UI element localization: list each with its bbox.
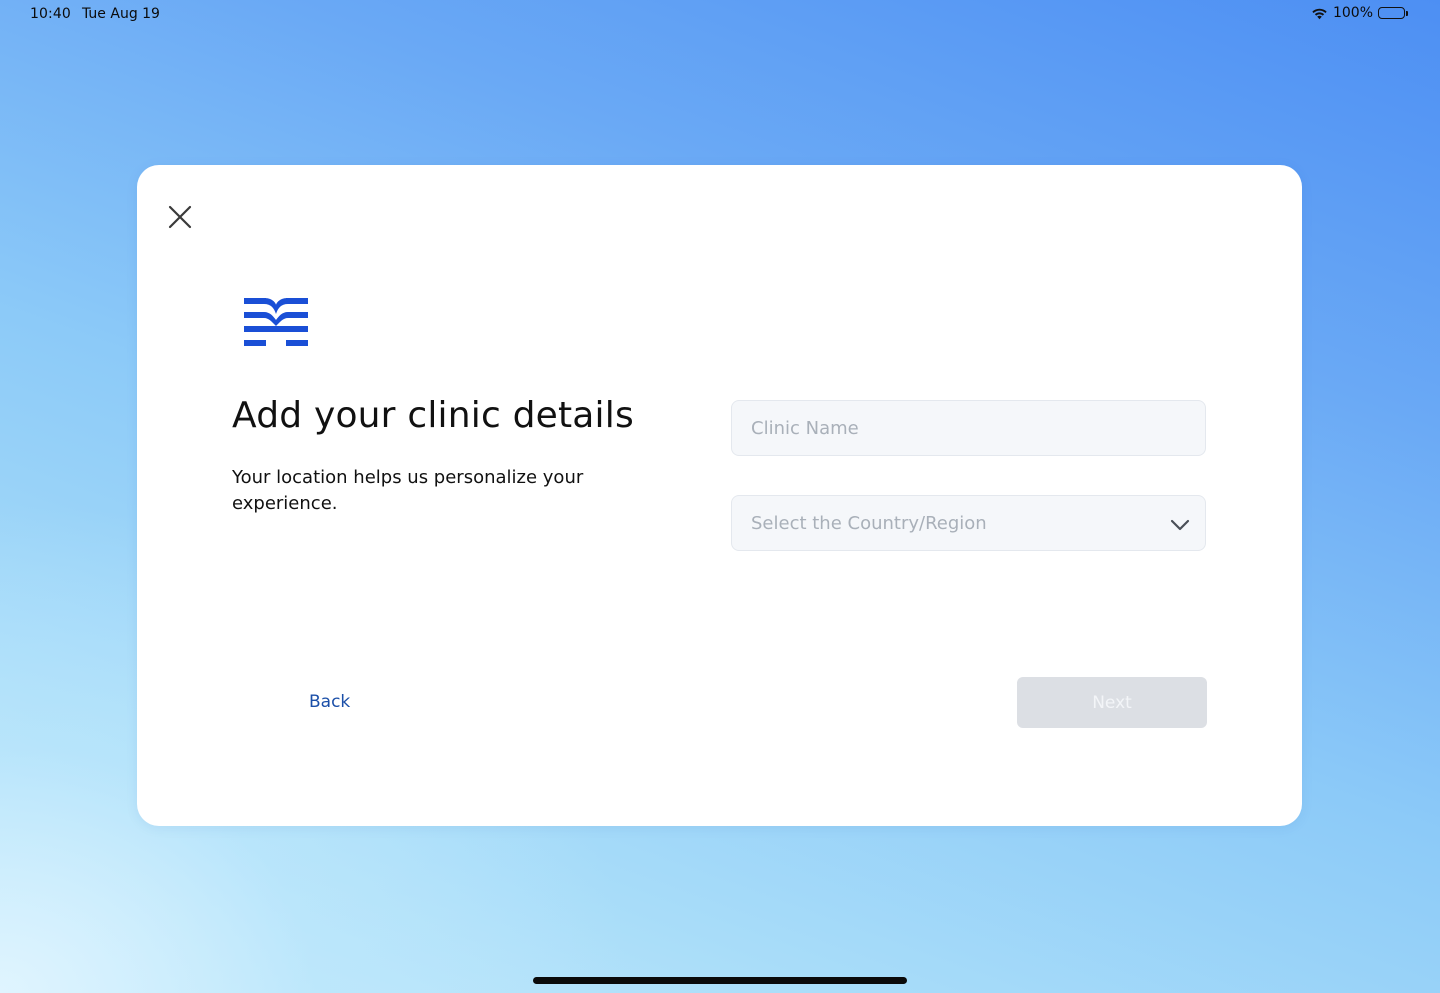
page-title: Add your clinic details bbox=[232, 395, 634, 436]
home-indicator bbox=[533, 977, 907, 984]
country-region-select[interactable]: Select the Country/Region bbox=[731, 495, 1206, 551]
country-select-placeholder: Select the Country/Region bbox=[751, 513, 987, 534]
wifi-icon bbox=[1311, 7, 1328, 20]
next-button[interactable]: Next bbox=[1017, 677, 1207, 728]
battery-percentage: 100% bbox=[1332, 5, 1373, 21]
status-indicators: 100% bbox=[1311, 5, 1408, 21]
status-date: Tue Aug 19 bbox=[82, 6, 160, 22]
back-button[interactable]: Back bbox=[309, 692, 350, 712]
close-button[interactable] bbox=[165, 202, 195, 232]
clinic-name-field[interactable] bbox=[731, 400, 1206, 456]
close-icon bbox=[168, 205, 192, 229]
clinic-name-input[interactable] bbox=[732, 401, 1205, 455]
status-time: 10:40 bbox=[30, 6, 71, 22]
battery-icon bbox=[1378, 7, 1408, 19]
status-bar: 10:40 Tue Aug 19 100% bbox=[0, 0, 1440, 30]
chevron-down-icon bbox=[1170, 519, 1190, 531]
clinic-details-card: Add your clinic details Your location he… bbox=[137, 165, 1302, 826]
clinic-logo bbox=[244, 298, 308, 346]
page-subtitle: Your location helps us personalize your … bbox=[232, 467, 584, 514]
